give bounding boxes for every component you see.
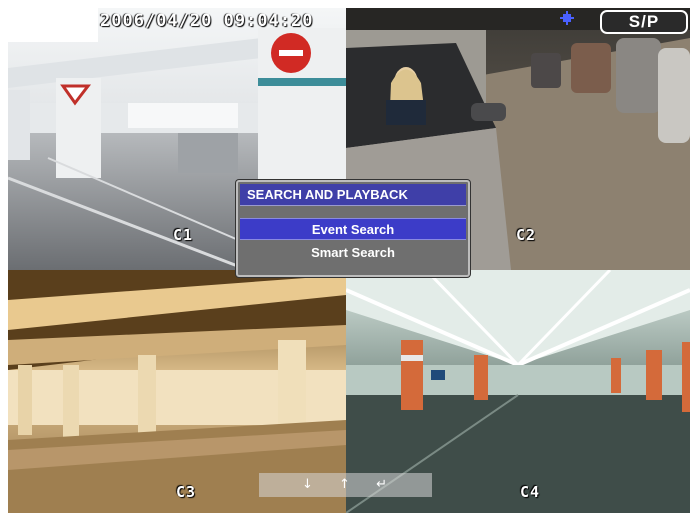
search-playback-mode-button[interactable]: S/P: [600, 10, 688, 34]
arrow-up-icon: ↑: [339, 477, 352, 492]
camera-label-c4: C4: [520, 483, 541, 501]
camera-label-c2: C2: [516, 226, 537, 244]
menu-item-smart-search[interactable]: Smart Search: [240, 242, 466, 264]
navigation-hint-bar: ↓ ↑ ↵: [259, 473, 432, 497]
datetime-display: 2006/04/20 09:04:20: [100, 11, 314, 31]
dvr-screen: C1 C2 C3 C4 2006/04/20 09:04:20 S/P SEAR…: [8, 8, 690, 513]
menu-item-event-search[interactable]: Event Search: [240, 218, 466, 240]
menu-title: SEARCH AND PLAYBACK: [240, 184, 466, 206]
enter-icon: ↵: [376, 477, 389, 492]
arrow-down-icon: ↓: [302, 477, 315, 492]
search-playback-menu: SEARCH AND PLAYBACK Event Search Smart S…: [236, 180, 470, 277]
camera-label-c1: C1: [173, 226, 194, 244]
screen-corner-mask: [8, 8, 98, 42]
recording-indicator-icon: [560, 11, 574, 25]
camera-label-c3: C3: [176, 483, 197, 501]
